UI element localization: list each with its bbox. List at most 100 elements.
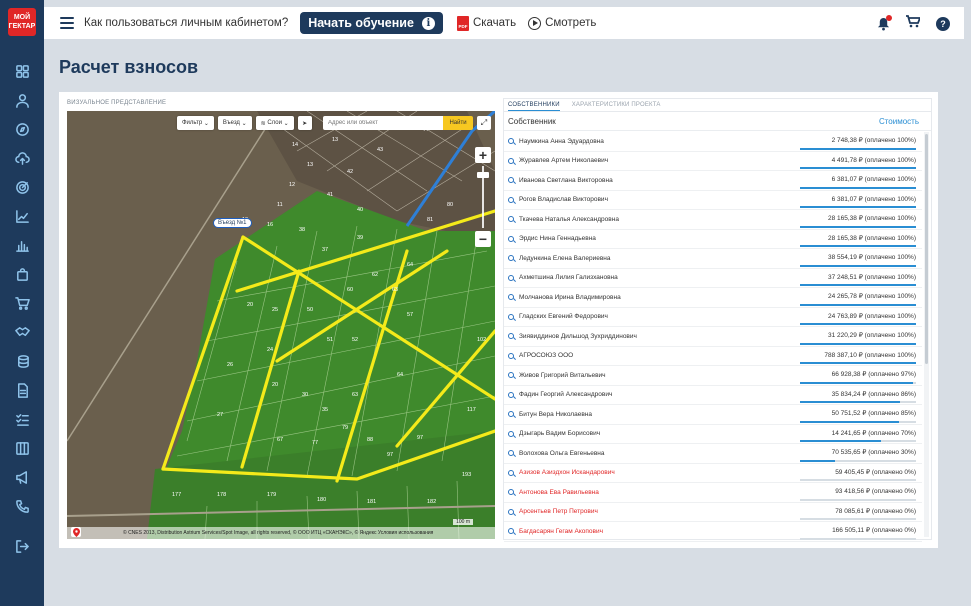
owner-name[interactable]: Гладских Евгений Федорович [519, 313, 608, 320]
owner-name[interactable]: АГРОСОЮЗ ООО [519, 352, 573, 359]
owner-row[interactable]: Эрдис Нина Геннадьевна 28 165,38 ₽ (оплач… [504, 230, 922, 249]
how-to-link[interactable]: Как пользоваться личным кабинетом? [84, 17, 288, 29]
book-icon[interactable] [12, 438, 32, 458]
cloud-upload-icon[interactable] [12, 148, 32, 168]
help-icon[interactable]: ? [936, 17, 950, 31]
checklist-icon[interactable] [12, 409, 32, 429]
pdf-icon[interactable]: PDF [456, 15, 469, 31]
download-link[interactable]: Скачать [473, 17, 516, 29]
search-icon[interactable] [508, 450, 514, 457]
search-icon[interactable] [508, 508, 514, 515]
menu-icon[interactable] [60, 17, 74, 29]
search-icon[interactable] [508, 333, 514, 340]
app-logo[interactable]: МОЙ ГЕКТАР [8, 8, 36, 36]
search-icon[interactable] [508, 235, 514, 242]
tab-owners[interactable]: СОБСТВЕННИКИ [508, 99, 560, 111]
zoom-in-button[interactable]: + [475, 147, 491, 163]
owner-name[interactable]: Ледункина Елена Валериевна [519, 255, 611, 262]
map-search-input[interactable] [323, 116, 443, 130]
entry-dropdown[interactable]: Въезд ⌄ [217, 116, 252, 130]
shopping-cart-icon[interactable] [906, 15, 922, 33]
owners-scrollbar[interactable] [924, 132, 929, 537]
owner-row[interactable]: Живов Григорий Витальевич 66 928,38 ₽ (оп… [504, 366, 922, 386]
zoom-out-button[interactable]: − [475, 231, 491, 247]
watch-link[interactable]: Смотреть [545, 17, 596, 29]
owner-row[interactable]: Волохова Ольга Евгеньевна 70 535,65 ₽ (оп… [504, 444, 922, 464]
owner-row[interactable]: Битун Вера Николаевна 50 751,52 ₽ (оплаче… [504, 405, 922, 425]
fullscreen-icon[interactable]: ⤢ [477, 116, 491, 130]
owner-name[interactable]: Фадин Георгий Александрович [519, 391, 612, 398]
search-icon[interactable] [508, 255, 514, 262]
bag-icon[interactable] [12, 264, 32, 284]
coins-icon[interactable] [12, 351, 32, 371]
owner-name[interactable]: Ахметшина Лилия Гализхановна [519, 274, 618, 281]
megaphone-icon[interactable] [12, 467, 32, 487]
search-icon[interactable] [508, 313, 514, 320]
owner-row[interactable]: Рогов Владислав Викторович 6 381,07 ₽ (оп… [504, 191, 922, 210]
handshake-icon[interactable] [12, 322, 32, 342]
owner-name[interactable]: Рогов Владислав Викторович [519, 196, 608, 203]
owner-name[interactable]: Дзыгарь Вадим Борисович [519, 430, 600, 437]
owner-name[interactable]: Живов Григорий Витальевич [519, 372, 606, 379]
search-icon[interactable] [508, 138, 514, 145]
play-icon[interactable] [528, 16, 542, 30]
user-icon[interactable] [12, 90, 32, 110]
search-icon[interactable] [508, 294, 514, 301]
owner-name[interactable]: Иванова Светлана Викторовна [519, 177, 613, 184]
search-icon[interactable] [508, 274, 514, 281]
entry-marker[interactable]: Въезд №1 [213, 218, 252, 228]
owner-row[interactable]: Ахметшина Лилия Гализхановна 37 248,51 ₽ … [504, 269, 922, 288]
search-icon[interactable] [508, 372, 514, 379]
owner-row[interactable]: Молчанова Ирина Владимировна 24 265,78 ₽ … [504, 288, 922, 308]
owner-name[interactable]: Зиявиддинов Дильшод Зухриддинович [519, 333, 637, 340]
owner-row[interactable]: Журавлев Артем Николаевич 4 491,78 ₽ (опл… [504, 152, 922, 171]
trending-icon[interactable] [12, 206, 32, 226]
notification-bell-icon[interactable] [877, 15, 892, 31]
search-icon[interactable] [508, 196, 514, 203]
search-icon[interactable] [508, 177, 514, 184]
owner-row[interactable]: Фадин Георгий Александрович 35 834,24 ₽ (… [504, 386, 922, 405]
layers-dropdown[interactable]: ≋ Слои ⌄ [255, 116, 294, 130]
owner-name[interactable]: Ткачева Наталья Александровна [519, 216, 619, 223]
owner-name[interactable]: Багдасарян Гегам Акопович [519, 528, 603, 535]
search-icon[interactable] [508, 216, 514, 223]
search-icon[interactable] [508, 411, 514, 418]
owner-name[interactable]: Арсентьев Петр Петрович [519, 508, 598, 515]
owner-name[interactable]: Волохова Ольга Евгеньевна [519, 450, 605, 457]
cart-icon[interactable] [12, 293, 32, 313]
owner-name[interactable]: Наумкина Анна Эдуардовна [519, 138, 604, 145]
search-icon[interactable] [508, 469, 514, 476]
phone-icon[interactable] [12, 496, 32, 516]
owner-row[interactable]: АГРОСОЮЗ ООО 788 387,10 ₽ (оплачено 100%) [504, 347, 922, 366]
owner-row[interactable]: Арсентьев Петр Петрович 78 085,61 ₽ (опла… [504, 503, 922, 522]
owner-row[interactable]: Наумкина Анна Эдуардовна 2 748,38 ₽ (опла… [504, 132, 922, 152]
owner-name[interactable]: Молчанова Ирина Владимировна [519, 294, 621, 301]
zoom-slider-handle[interactable] [477, 172, 489, 178]
owner-name[interactable]: Эрдис Нина Геннадьевна [519, 235, 596, 242]
search-icon[interactable] [508, 157, 514, 164]
owner-name[interactable]: Журавлев Артем Николаевич [519, 157, 608, 164]
scrollbar-thumb[interactable] [925, 134, 928, 364]
grid-icon[interactable] [12, 61, 32, 81]
owner-row[interactable]: Антонова Ева Равильевна 93 418,56 ₽ (опла… [504, 483, 922, 503]
satellite-map[interactable]: 141343 441342 124111 101640 383739 64636… [67, 111, 495, 539]
owner-row[interactable]: Гладских Евгений Федорович 24 763,89 ₽ (о… [504, 308, 922, 327]
logout-icon[interactable] [12, 536, 32, 556]
start-training-button[interactable]: Начать обучение i [300, 12, 443, 34]
owner-name[interactable]: Азизов Азиздхон Искандарович [519, 469, 615, 476]
compass-icon[interactable] [12, 119, 32, 139]
owner-row[interactable]: Иванова Светлана Викторовна 6 381,07 ₽ (о… [504, 171, 922, 191]
search-icon[interactable] [508, 391, 514, 398]
map-find-button[interactable]: Найти [443, 116, 473, 130]
map-pin-icon[interactable] [71, 527, 81, 537]
cost-column-header[interactable]: Стоимость [879, 117, 919, 126]
owner-row[interactable]: Ткачева Наталья Александровна 28 165,38 ₽… [504, 210, 922, 230]
locate-arrow-icon[interactable]: ➤ [297, 116, 312, 130]
owner-name[interactable]: Антонова Ева Равильевна [519, 489, 599, 496]
search-icon[interactable] [508, 489, 514, 496]
document-icon[interactable] [12, 380, 32, 400]
owner-row[interactable]: Ледункина Елена Валериевна 38 554,19 ₽ (о… [504, 249, 922, 269]
target-icon[interactable] [12, 177, 32, 197]
filter-dropdown[interactable]: Фильтр ⌄ [177, 116, 214, 130]
search-icon[interactable] [508, 430, 514, 437]
